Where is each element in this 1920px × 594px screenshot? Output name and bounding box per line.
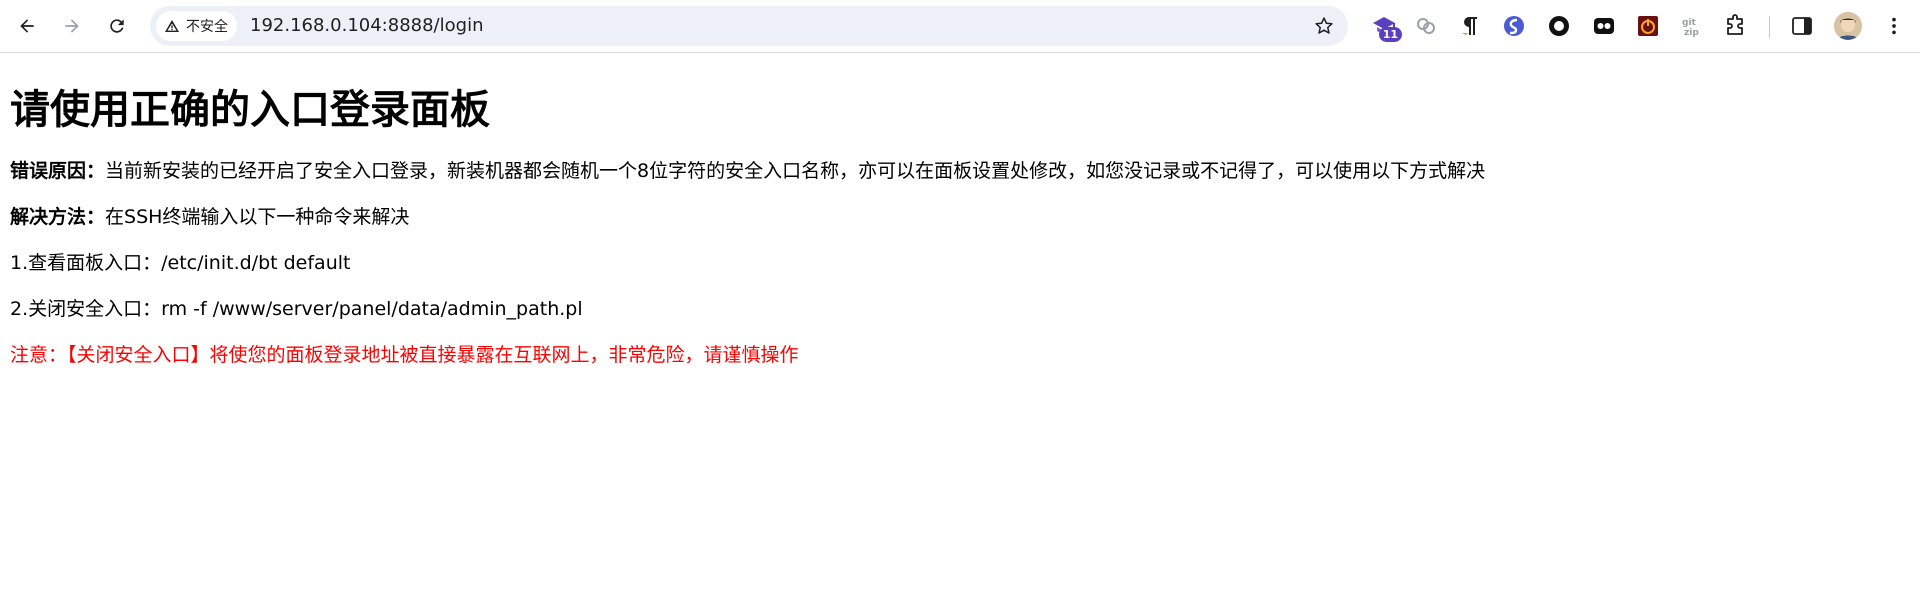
toolbar-divider	[1769, 16, 1770, 38]
step-view-entry: 1.查看面板入口：/etc/init.d/bt default	[10, 252, 351, 274]
extension-badge: 11	[1378, 27, 1402, 42]
reload-icon	[110, 19, 124, 33]
error-reason-text: 当前新安装的已经开启了安全入口登录，新装机器都会随机一个8位字符的安全入口名称，…	[105, 160, 1486, 182]
address-bar[interactable]: 不安全 192.168.0.104:8888/login	[150, 6, 1348, 46]
back-button[interactable]	[11, 10, 43, 42]
step-disable-entry: 2.关闭安全入口：rm -f /www/server/panel/data/ad…	[10, 298, 583, 320]
url-text[interactable]: 192.168.0.104:8888/login	[250, 6, 483, 46]
link-circles-extension-icon[interactable]	[1412, 12, 1440, 40]
profile-avatar[interactable]	[1834, 12, 1862, 40]
svg-text:git: git	[1682, 18, 1697, 28]
avatar-icon	[1834, 12, 1862, 40]
side-panel-button[interactable]	[1788, 12, 1816, 40]
error-reason-label: 错误原因：	[10, 160, 106, 182]
solution: 解决方法：在SSH终端输入以下一种命令来解决	[10, 204, 1910, 230]
reload-button[interactable]	[101, 10, 133, 42]
s-shape-extension-icon[interactable]	[1500, 12, 1528, 40]
power-extension-icon[interactable]	[1634, 12, 1662, 40]
error-reason: 错误原因：当前新安装的已经开启了安全入口登录，新装机器都会随机一个8位字符的安全…	[10, 158, 1910, 184]
side-panel-icon	[1792, 17, 1812, 35]
pilcrow-extension-icon[interactable]	[1456, 12, 1484, 40]
puzzle-extensions-icon[interactable]	[1722, 12, 1750, 40]
warning-note: 注意：【关闭安全入口】将使您的面板登录地址被直接暴露在互联网上，非常危险，请谨慎…	[10, 344, 799, 366]
ghost-extension-icon[interactable]	[1590, 12, 1618, 40]
gitzip-extension-icon[interactable]: git zip	[1678, 12, 1706, 40]
solution-label: 解决方法：	[10, 206, 106, 228]
forward-button[interactable]	[56, 10, 88, 42]
security-label: 不安全	[186, 19, 228, 35]
ring-extension-icon[interactable]	[1545, 12, 1573, 40]
warning-triangle-icon	[165, 20, 179, 32]
arrow-right-icon	[65, 19, 79, 33]
star-outline-icon	[1315, 17, 1333, 34]
browser-menu-button[interactable]	[1880, 12, 1908, 40]
page-title: 请使用正确的入口登录面板	[10, 87, 490, 133]
graduation-cap-extension-icon[interactable]: 11	[1370, 12, 1402, 42]
browser-toolbar: 不安全 192.168.0.104:8888/login 11 git zip	[0, 0, 1920, 53]
security-indicator[interactable]: 不安全	[156, 11, 237, 41]
bookmark-star-button[interactable]	[1310, 12, 1338, 40]
kebab-menu-icon	[1892, 17, 1896, 35]
arrow-left-icon	[20, 19, 34, 33]
page-content: 请使用正确的入口登录面板 错误原因：当前新安装的已经开启了安全入口登录，新装机器…	[10, 54, 1910, 368]
svg-text:zip: zip	[1684, 28, 1699, 38]
solution-text: 在SSH终端输入以下一种命令来解决	[105, 206, 410, 228]
